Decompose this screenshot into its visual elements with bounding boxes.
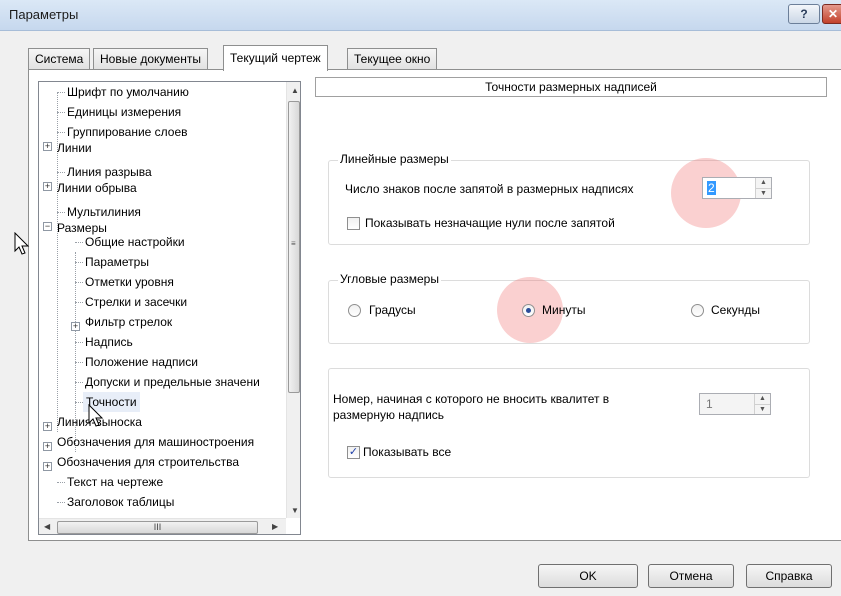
collapse-icon[interactable]: − [43,222,52,231]
mouse-cursor-icon [88,404,104,427]
tree-item[interactable]: Стрелки и засечки [85,292,187,312]
expand-icon[interactable]: + [71,322,80,331]
tree-item[interactable]: Обозначения для строительства [57,452,239,472]
degrees-radio[interactable] [348,304,361,317]
angular-dimensions-legend: Угловые размеры [338,272,441,286]
tree-item[interactable]: Шрифт по умолчанию [67,82,189,102]
spin-down-icon[interactable]: ▼ [756,188,771,199]
linear-dimensions-legend: Линейные размеры [338,152,451,166]
grip-icon: III [153,522,162,532]
window-title: Параметры [9,7,79,22]
tree-item[interactable]: Надпись [85,332,133,352]
tolerance-label-line1: Номер, начиная с которого не вносить ква… [333,392,610,406]
seconds-radio[interactable] [691,304,704,317]
tree-item[interactable]: Линии обрыва [57,178,137,198]
tree-item[interactable]: Обозначения для машиностроения [57,432,254,452]
degrees-label: Градусы [369,303,416,317]
tree-item[interactable]: Отметки уровня [85,272,174,292]
spin-up-icon[interactable]: ▲ [756,178,771,188]
tree-horizontal-scrollbar[interactable]: ◀ III ▶ [39,518,286,534]
minutes-radio[interactable] [522,304,535,317]
show-zeros-label: Показывать незначащие нули после запятой [365,216,615,230]
digits-value[interactable]: 2 [707,181,716,195]
tree-item[interactable]: Допуски и предельные значени [85,372,260,392]
scroll-left-icon[interactable]: ◀ [44,522,50,531]
expand-icon[interactable]: + [43,442,52,451]
expand-icon[interactable]: + [43,462,52,471]
scroll-up-icon[interactable]: ▲ [291,86,299,95]
settings-tree[interactable]: Шрифт по умолчанию Единицы измерения Гру… [38,81,301,535]
grip-icon: ≡ [291,239,296,248]
show-all-label: Показывать все [363,445,452,459]
tree-vertical-scrollbar[interactable]: ▲ ≡ ▼ [286,82,300,518]
parameters-dialog: Параметры ? ✕ Система Новые документы Те… [0,0,841,596]
spin-down-icon[interactable]: ▼ [755,404,770,415]
tree-item[interactable]: Единицы измерения [67,102,181,122]
expand-icon[interactable]: + [43,182,52,191]
tolerance-group [328,368,810,478]
tree-item[interactable]: Текст на чертеже [67,472,163,492]
tab-current-window[interactable]: Текущее окно [347,48,438,70]
show-all-checkbox[interactable]: ✓ [347,446,360,459]
spin-up-icon[interactable]: ▲ [755,394,770,404]
help-button[interactable]: Справка [746,564,832,588]
section-title: Точности размерных надписей [315,77,827,97]
digits-spin-buttons[interactable]: ▲ ▼ [755,178,771,198]
tolerance-stepper[interactable]: 1 ▲ ▼ [699,393,771,415]
seconds-label: Секунды [711,303,760,317]
vertical-scroll-thumb[interactable]: ≡ [288,101,300,393]
horizontal-scroll-thumb[interactable]: III [57,521,258,534]
tolerance-spin-buttons[interactable]: ▲ ▼ [754,394,770,414]
expand-icon[interactable]: + [43,142,52,151]
help-title-button[interactable]: ? [788,4,820,24]
tree-item[interactable]: Общие настройки [85,232,185,252]
tree-item[interactable]: Фильтр стрелок [85,312,172,332]
tolerance-value[interactable]: 1 [706,397,713,411]
digits-stepper[interactable]: 2 ▲ ▼ [702,177,772,199]
tolerance-label-line2: размерную надпись [333,408,445,422]
tab-new-documents[interactable]: Новые документы [93,48,208,70]
tree-item[interactable]: Линии [57,138,92,158]
ok-button[interactable]: OK [538,564,638,588]
tree-item[interactable]: Параметры [85,252,149,272]
tree-item[interactable]: Заголовок таблицы [67,492,174,512]
minutes-label: Минуты [542,303,586,317]
title-bar: Параметры ? ✕ [0,0,841,31]
digits-label: Число знаков после запятой в размерных н… [345,182,634,196]
mouse-cursor-icon [14,232,30,255]
cancel-button[interactable]: Отмена [648,564,734,588]
scroll-down-icon[interactable]: ▼ [291,506,299,515]
tree-item[interactable]: Положение надписи [85,352,198,372]
close-button[interactable]: ✕ [822,4,841,24]
show-zeros-checkbox[interactable] [347,217,360,230]
tab-current-drawing[interactable]: Текущий чертеж [223,45,328,71]
tab-system[interactable]: Система [28,48,91,70]
expand-icon[interactable]: + [43,422,52,431]
scroll-right-icon[interactable]: ▶ [272,522,278,531]
